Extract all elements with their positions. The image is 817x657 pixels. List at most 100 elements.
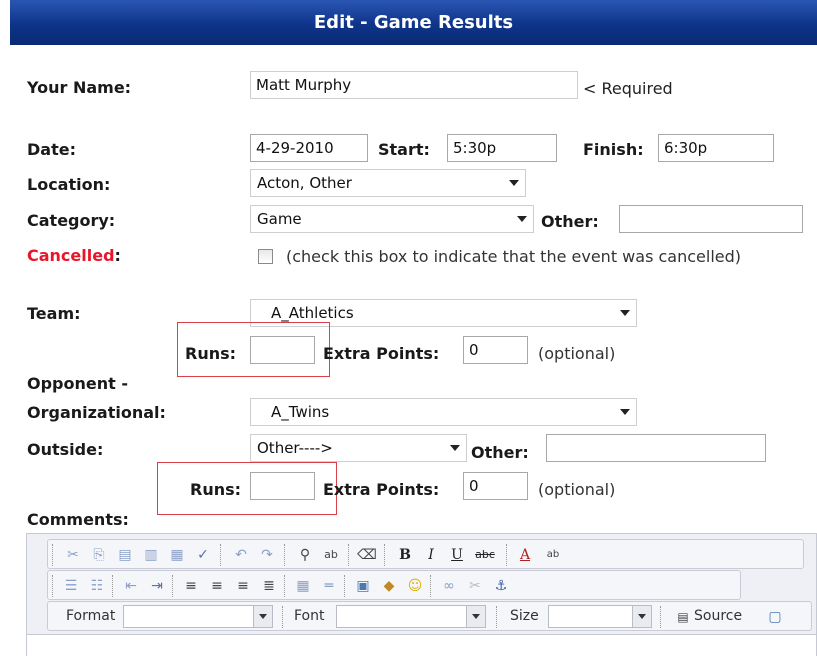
- strikethrough-icon[interactable]: abc: [472, 544, 498, 566]
- link-icon[interactable]: ∞: [438, 575, 460, 597]
- organizational-label: Organizational:: [27, 403, 166, 422]
- chevron-down-icon: [620, 409, 630, 415]
- opponent-extra-points-label: Extra Points:: [323, 480, 440, 499]
- bullet-list-icon[interactable]: ☷: [86, 575, 108, 597]
- cancelled-label-text: Cancelled: [27, 246, 115, 265]
- paste-icon[interactable]: ▤: [114, 544, 136, 566]
- cut-icon[interactable]: ✂: [62, 544, 84, 566]
- replace-icon[interactable]: ab: [320, 544, 342, 566]
- format-combo[interactable]: [123, 605, 273, 628]
- horizontal-rule-icon[interactable]: ═: [318, 575, 340, 597]
- cancelled-label-colon: :: [114, 246, 121, 265]
- editor-toolbar-row-2: ☰ ☷ ⇤ ⇥ ≡ ≡ ≡ ≣ ▦ ═ ▣ ◆ ☺ ∞ ✂ ⚓: [47, 570, 741, 600]
- date-input[interactable]: 4-29-2010: [250, 134, 368, 162]
- opponent-extra-points-input[interactable]: 0: [463, 472, 528, 500]
- align-right-icon[interactable]: ≡: [232, 575, 254, 597]
- outdent-icon[interactable]: ⇤: [120, 575, 142, 597]
- paste-text-icon[interactable]: ▥: [140, 544, 162, 566]
- rich-text-editor: ✂ ⎘ ▤ ▥ ▦ ✓ ↶ ↷ ⚲ ab ⌫ B I U abc A ab ☰: [26, 533, 817, 657]
- location-select[interactable]: Acton, Other: [250, 169, 526, 197]
- finish-input[interactable]: 6:30p: [658, 134, 774, 162]
- finish-label: Finish:: [583, 140, 644, 159]
- chevron-down-icon: [620, 310, 630, 316]
- align-justify-icon[interactable]: ≣: [258, 575, 280, 597]
- font-combo[interactable]: [336, 605, 486, 628]
- comments-label: Comments:: [27, 510, 129, 529]
- chevron-down-icon[interactable]: [632, 606, 651, 627]
- source-button[interactable]: Source: [694, 608, 742, 624]
- image-icon[interactable]: ▣: [352, 575, 374, 597]
- outside-other-input[interactable]: [546, 434, 766, 462]
- outside-select[interactable]: Other---->: [250, 434, 467, 462]
- find-icon[interactable]: ⚲: [294, 544, 316, 566]
- table-icon[interactable]: ▦: [292, 575, 314, 597]
- indent-icon[interactable]: ⇥: [146, 575, 168, 597]
- chevron-down-icon: [509, 180, 519, 186]
- category-label: Category:: [27, 211, 116, 230]
- category-select[interactable]: Game: [250, 205, 534, 233]
- start-label: Start:: [378, 140, 430, 159]
- bg-color-icon[interactable]: ab: [542, 544, 564, 566]
- redo-icon[interactable]: ↷: [256, 544, 278, 566]
- undo-icon[interactable]: ↶: [230, 544, 252, 566]
- outside-other-label: Other:: [471, 443, 529, 462]
- size-label: Size: [510, 608, 539, 624]
- opponent-optional-note: (optional): [538, 480, 616, 499]
- team-label: Team:: [27, 304, 81, 323]
- anchor-icon[interactable]: ⚓: [490, 575, 512, 597]
- bold-icon[interactable]: B: [394, 544, 416, 566]
- unlink-icon[interactable]: ✂: [464, 575, 486, 597]
- start-input[interactable]: 5:30p: [447, 134, 557, 162]
- organizational-select[interactable]: A_Twins: [250, 398, 637, 426]
- outside-label: Outside:: [27, 440, 104, 459]
- maximize-icon[interactable]: ▢: [764, 606, 786, 628]
- outside-selected-value: Other---->: [257, 439, 333, 457]
- page-title: Edit - Game Results: [10, 0, 817, 45]
- chevron-down-icon: [517, 216, 527, 222]
- eraser-icon[interactable]: ⌫: [356, 544, 378, 566]
- team-extra-points-label: Extra Points:: [323, 344, 440, 363]
- align-center-icon[interactable]: ≡: [206, 575, 228, 597]
- chevron-down-icon: [450, 445, 460, 451]
- underline-icon[interactable]: U: [446, 544, 468, 566]
- location-label: Location:: [27, 175, 111, 194]
- paste-word-icon[interactable]: ▦: [166, 544, 188, 566]
- required-note: < Required: [583, 79, 673, 98]
- team-runs-input[interactable]: [250, 336, 315, 364]
- chevron-down-icon[interactable]: [466, 606, 485, 627]
- opponent-runs-input[interactable]: [250, 472, 315, 500]
- category-selected-value: Game: [257, 210, 302, 228]
- format-label: Format: [66, 608, 116, 624]
- copy-icon[interactable]: ⎘: [88, 544, 110, 566]
- spellcheck-icon[interactable]: ✓: [192, 544, 214, 566]
- edit-game-results-form: Edit - Game Results Your Name: Matt Murp…: [0, 0, 817, 657]
- cancelled-label: Cancelled:: [27, 246, 121, 265]
- opponent-label: Opponent -: [27, 374, 128, 393]
- opponent-runs-label: Runs:: [190, 480, 242, 499]
- team-extra-points-input[interactable]: 0: [463, 336, 528, 364]
- team-runs-label: Runs:: [185, 344, 237, 363]
- editor-content-area[interactable]: [27, 634, 816, 657]
- editor-toolbar-row-3: Format Font Size ▤ Source ▢: [47, 601, 812, 631]
- text-color-icon[interactable]: A: [514, 544, 536, 566]
- smiley-icon[interactable]: ☺: [404, 575, 426, 597]
- your-name-input[interactable]: Matt Murphy: [250, 71, 578, 99]
- italic-icon[interactable]: I: [420, 544, 442, 566]
- size-combo[interactable]: [548, 605, 652, 628]
- font-label: Font: [294, 608, 325, 624]
- date-label: Date:: [27, 140, 76, 159]
- your-name-label: Your Name:: [27, 78, 132, 97]
- organizational-selected-value: A_Twins: [271, 403, 330, 421]
- location-selected-value: Acton, Other: [257, 174, 352, 192]
- numbered-list-icon[interactable]: ☰: [60, 575, 82, 597]
- flash-icon[interactable]: ◆: [378, 575, 400, 597]
- align-left-icon[interactable]: ≡: [180, 575, 202, 597]
- team-optional-note: (optional): [538, 344, 616, 363]
- editor-toolbar-row-1: ✂ ⎘ ▤ ▥ ▦ ✓ ↶ ↷ ⚲ ab ⌫ B I U abc A ab: [47, 539, 804, 569]
- cancelled-checkbox[interactable]: [258, 249, 273, 264]
- team-selected-value: A_Athletics: [271, 304, 354, 322]
- category-other-label: Other:: [541, 212, 599, 231]
- source-icon[interactable]: ▤: [672, 606, 694, 628]
- chevron-down-icon[interactable]: [253, 606, 272, 627]
- category-other-input[interactable]: [619, 205, 803, 233]
